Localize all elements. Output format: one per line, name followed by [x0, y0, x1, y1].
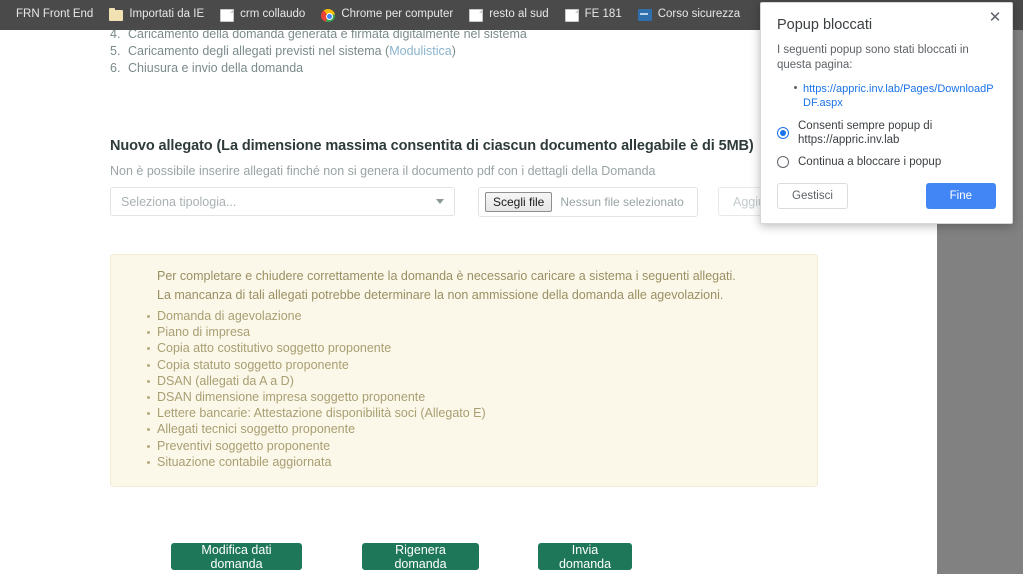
bookmark-corso-sicurezza[interactable]: Corso sicurezza	[630, 6, 748, 24]
step-text: Caricamento degli allegati previsti nel …	[128, 44, 390, 58]
required-attachments-list: Domanda di agevolazione Piano di impresa…	[111, 308, 817, 470]
step-text: Chiusura e invio della domanda	[128, 61, 304, 75]
file-status-label: Nessun file selezionato	[560, 195, 684, 209]
select-placeholder: Seleziona tipologia...	[121, 194, 237, 209]
list-item: Domanda di agevolazione	[111, 308, 817, 324]
bookmark-label: FRN Front End	[16, 8, 94, 21]
alert-line-2: La mancanza di tali allegati potrebbe de…	[157, 288, 724, 302]
bullet-icon	[794, 86, 797, 89]
bookmark-resto-al-sud[interactable]: resto al sud	[461, 6, 556, 25]
close-icon[interactable]: ✕	[987, 10, 1003, 27]
list-item: Situazione contabile aggiornata	[111, 454, 817, 470]
bookmark-crm-collaudo[interactable]: crm collaudo	[212, 6, 313, 25]
chevron-down-icon	[436, 199, 444, 204]
step-item: 6. Chiusura e invio della domanda	[110, 60, 870, 77]
step-item: 5. Caricamento degli allegati previsti ne…	[110, 43, 870, 60]
radio-block-icon[interactable]	[777, 156, 789, 168]
list-item: Lettere bancarie: Attestazione disponibi…	[111, 405, 817, 421]
radio-allow-label: Consenti sempre popup di https://appric.…	[798, 120, 933, 146]
bookmark-label: FE 181	[584, 8, 622, 21]
attachment-note: Non è possibile inserire allegati finché…	[110, 164, 656, 178]
bookmark-label: Importati da IE	[129, 8, 205, 21]
radio-option-block[interactable]: Continua a bloccare i popup	[777, 155, 996, 169]
bookmark-label: crm collaudo	[240, 8, 306, 21]
folder-icon	[109, 7, 124, 21]
radio-option-allow[interactable]: Consenti sempre popup di https://appric.…	[777, 119, 996, 147]
bookmark-frn-front-end[interactable]: FRN Front End	[8, 6, 101, 24]
blocked-url-row: https://appric.inv.lab/Pages/DownloadPDF…	[777, 82, 996, 110]
radio-block-label: Continua a bloccare i popup	[798, 156, 942, 168]
chrome-icon	[321, 8, 336, 22]
page-icon	[220, 8, 235, 22]
bookmark-label: Corso sicurezza	[657, 8, 741, 21]
dialog-subtitle: I seguenti popup sono stati bloccati in …	[777, 44, 969, 71]
modulistica-link[interactable]: Modulistica	[389, 44, 452, 58]
done-button[interactable]: Fine	[925, 183, 996, 209]
bookmark-importati-da-ie[interactable]: Importati da IE	[101, 6, 212, 24]
page-icon	[469, 8, 484, 22]
blocked-url-link[interactable]: https://appric.inv.lab/Pages/DownloadPDF…	[803, 82, 996, 110]
list-item: DSAN dimensione impresa soggetto propone…	[111, 389, 817, 405]
popup-blocked-dialog: ✕ Popup bloccati I seguenti popup sono s…	[760, 2, 1013, 224]
list-item: Copia atto costitutivo soggetto proponen…	[111, 340, 817, 356]
list-item: Allegati tecnici soggetto proponente	[111, 421, 817, 437]
list-item: DSAN (allegati da A a D)	[111, 373, 817, 389]
rigenera-domanda-button[interactable]: Rigenera domanda	[362, 543, 479, 571]
choose-file-button[interactable]: Scegli file	[485, 192, 553, 212]
bookmark-chrome-per-computer[interactable]: Chrome per computer	[313, 6, 461, 25]
page-icon	[564, 8, 579, 22]
bookmark-label: Chrome per computer	[341, 8, 454, 21]
bookmark-label: resto al sud	[489, 8, 549, 21]
invia-domanda-button[interactable]: Invia domanda	[538, 543, 632, 571]
modifica-dati-domanda-button[interactable]: Modifica dati domanda	[171, 543, 302, 571]
step-number: 5.	[110, 44, 121, 58]
attachment-type-select[interactable]: Seleziona tipologia...	[110, 187, 455, 216]
dialog-title: Popup bloccati	[777, 17, 873, 33]
bookmark-fe-181[interactable]: FE 181	[557, 6, 630, 25]
required-attachments-alert: Per completare e chiudere correttamente …	[110, 254, 818, 488]
page-title: Nuovo allegato (La dimensione massima co…	[110, 138, 754, 154]
radio-allow-icon[interactable]	[777, 127, 789, 139]
file-upload-field[interactable]: Scegli file Nessun file selezionato	[478, 187, 698, 217]
list-item: Preventivi soggetto proponente	[111, 438, 817, 454]
dialog-actions: Gestisci Fine	[777, 183, 996, 209]
manage-button[interactable]: Gestisci	[777, 183, 848, 209]
procedure-steps-list: 4. Caricamento della domanda generata e f…	[110, 26, 870, 77]
blue-square-icon	[637, 9, 652, 21]
list-item: Piano di impresa	[111, 324, 817, 340]
step-suffix: )	[451, 44, 456, 58]
step-number: 6.	[110, 61, 121, 75]
list-item: Copia statuto soggetto proponente	[111, 357, 817, 373]
alert-line-1: Per completare e chiudere correttamente …	[157, 269, 736, 283]
